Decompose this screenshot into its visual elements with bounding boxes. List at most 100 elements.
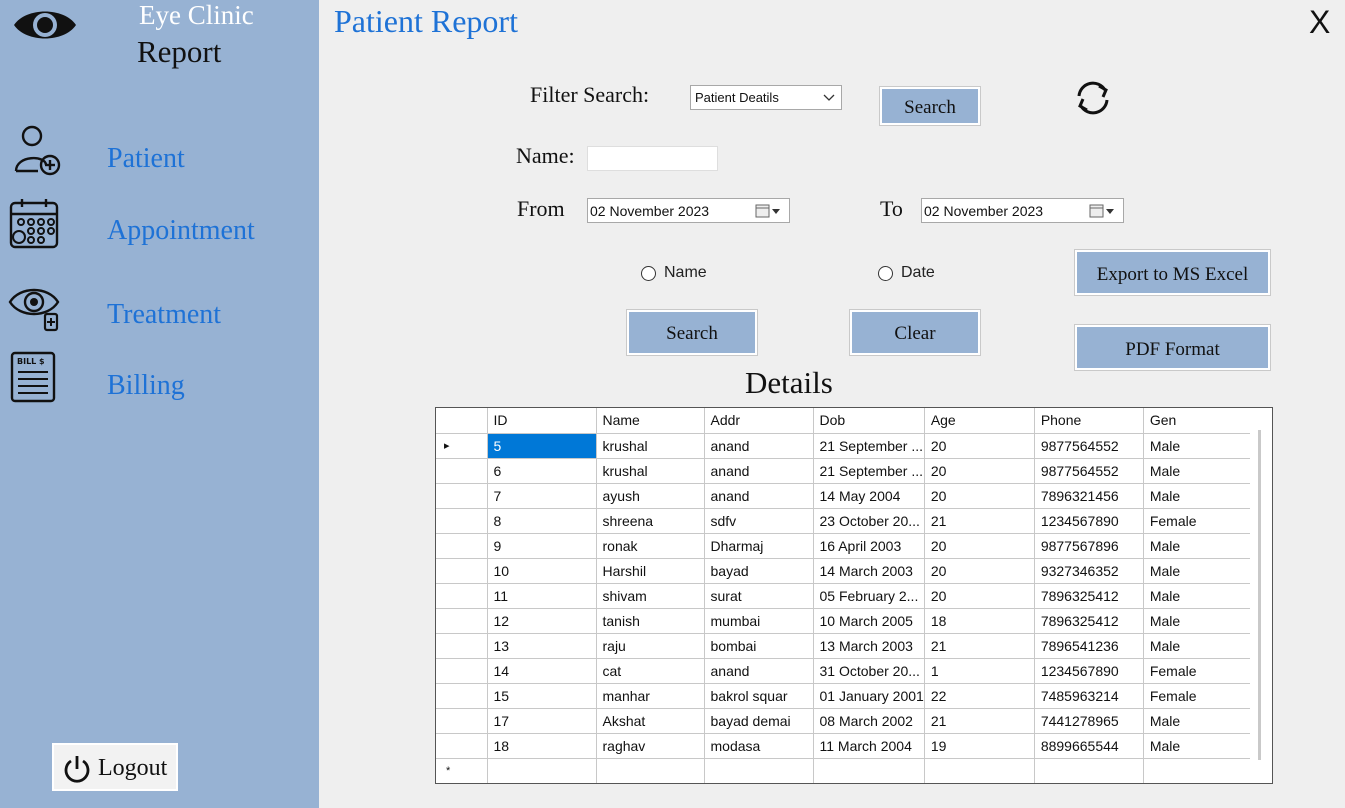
table-cell[interactable]: shreena	[596, 508, 705, 534]
search-button[interactable]: Search	[626, 309, 758, 356]
table-cell[interactable]: anand	[704, 433, 814, 459]
table-cell[interactable]: Harshil	[596, 558, 705, 584]
table-cell[interactable]: 9	[487, 533, 597, 559]
table-cell[interactable]: 7	[487, 483, 597, 509]
table-cell[interactable]: 20	[924, 533, 1035, 559]
table-row[interactable]: 13 raju bombai 13 March 2003 21 7896541236 Mal…	[436, 633, 1254, 659]
table-cell[interactable]: 8899665544	[1034, 733, 1144, 759]
table-cell[interactable]: 13	[487, 633, 597, 659]
table-cell[interactable]: Female	[1143, 658, 1254, 684]
table-cell[interactable]: manhar	[596, 683, 705, 709]
row-header[interactable]	[436, 683, 488, 709]
table-cell[interactable]: cat	[596, 658, 705, 684]
table-cell[interactable]: 20	[924, 458, 1035, 484]
table-cell[interactable]: krushal	[596, 458, 705, 484]
table-row[interactable]: 18 raghav modasa 11 March 2004 19 8899665544 M…	[436, 733, 1254, 759]
table-cell[interactable]: 1234567890	[1034, 658, 1144, 684]
table-cell[interactable]: modasa	[704, 733, 814, 759]
table-cell[interactable]: surat	[704, 583, 814, 609]
column-header[interactable]: Addr	[704, 408, 814, 434]
table-cell[interactable]: Male	[1143, 533, 1254, 559]
table-cell[interactable]: Akshat	[596, 708, 705, 734]
table-cell[interactable]: 19	[924, 733, 1035, 759]
table-cell[interactable]: Male	[1143, 733, 1254, 759]
table-cell[interactable]: raghav	[596, 733, 705, 759]
table-cell[interactable]: Male	[1143, 583, 1254, 609]
table-cell[interactable]	[704, 758, 814, 783]
filter-select[interactable]: Patient Deatils	[690, 85, 842, 110]
table-cell[interactable]: 7485963214	[1034, 683, 1144, 709]
table-cell[interactable]: 7896321456	[1034, 483, 1144, 509]
table-cell[interactable]: 20	[924, 558, 1035, 584]
table-cell[interactable]: raju	[596, 633, 705, 659]
table-cell[interactable]: bayad	[704, 558, 814, 584]
table-cell[interactable]: bayad demai	[704, 708, 814, 734]
table-row[interactable]: 15 manhar bakrol squar 01 January 2001 22 748…	[436, 683, 1254, 709]
table-cell[interactable]: 16 April 2003	[813, 533, 925, 559]
row-header[interactable]	[436, 708, 488, 734]
table-cell[interactable]: 20	[924, 433, 1035, 459]
row-header[interactable]	[436, 458, 488, 484]
table-cell[interactable]: 20	[924, 483, 1035, 509]
pdf-format-button[interactable]: PDF Format	[1074, 324, 1271, 371]
table-cell[interactable]: 22	[924, 683, 1035, 709]
table-cell[interactable]: 7896325412	[1034, 583, 1144, 609]
table-cell[interactable]: Male	[1143, 633, 1254, 659]
table-cell[interactable]	[924, 758, 1035, 783]
table-row[interactable]: 8 shreena sdfv 23 October 20... 21 1234567890…	[436, 508, 1254, 534]
table-cell[interactable]: Male	[1143, 558, 1254, 584]
table-row[interactable]: 12 tanish mumbai 10 March 2005 18 7896325412 M…	[436, 608, 1254, 634]
logout-button[interactable]: Logout	[52, 743, 178, 791]
table-cell[interactable]: ayush	[596, 483, 705, 509]
table-row[interactable]: 9 ronak Dharmaj 16 April 2003 20 9877567896 Ma…	[436, 533, 1254, 559]
table-cell[interactable]: Male	[1143, 608, 1254, 634]
table-cell[interactable]: 15	[487, 683, 597, 709]
row-header[interactable]	[436, 608, 488, 634]
radio-name[interactable]: Name	[641, 264, 721, 284]
table-cell[interactable]	[813, 758, 925, 783]
table-cell[interactable]: anand	[704, 458, 814, 484]
table-new-row[interactable]: *	[436, 758, 1254, 783]
table-cell[interactable]: 18	[487, 733, 597, 759]
table-cell[interactable]: Male	[1143, 433, 1254, 459]
table-cell[interactable]	[596, 758, 705, 783]
table-cell[interactable]: 5	[487, 433, 597, 459]
table-cell[interactable]: bombai	[704, 633, 814, 659]
column-header[interactable]: ID	[487, 408, 597, 434]
table-cell[interactable]: 18	[924, 608, 1035, 634]
table-cell[interactable]: 08 March 2002	[813, 708, 925, 734]
table-cell[interactable]: 12	[487, 608, 597, 634]
table-cell[interactable]	[1143, 758, 1254, 783]
table-cell[interactable]: 31 October 20...	[813, 658, 925, 684]
table-row[interactable]: 11 shivam surat 05 February 2... 20 789632541…	[436, 583, 1254, 609]
sidebar-item-billing[interactable]: BILL $ Billing	[0, 350, 319, 410]
table-cell[interactable]: Male	[1143, 708, 1254, 734]
table-cell[interactable]: 10 March 2005	[813, 608, 925, 634]
table-cell[interactable]: 21	[924, 508, 1035, 534]
table-cell[interactable]: 14 March 2003	[813, 558, 925, 584]
table-cell[interactable]: 1234567890	[1034, 508, 1144, 534]
table-cell[interactable]: 01 January 2001	[813, 683, 925, 709]
from-date-picker[interactable]: 02 November 2023	[587, 198, 790, 223]
filter-search-button[interactable]: Search	[879, 86, 981, 126]
table-cell[interactable]	[487, 758, 597, 783]
table-cell[interactable]: krushal	[596, 433, 705, 459]
column-header[interactable]: Gen	[1143, 408, 1254, 434]
refresh-icon[interactable]	[1073, 78, 1113, 118]
table-cell[interactable]: 23 October 20...	[813, 508, 925, 534]
table-cell[interactable]: mumbai	[704, 608, 814, 634]
details-grid[interactable]: ID Name Addr Dob Age Phone Gen ▸ 5 krushal…	[435, 407, 1273, 784]
table-cell[interactable]: 21	[924, 633, 1035, 659]
table-cell[interactable]: 7896541236	[1034, 633, 1144, 659]
name-input[interactable]	[587, 146, 718, 171]
export-excel-button[interactable]: Export to MS Excel	[1074, 249, 1271, 296]
table-cell[interactable]: 20	[924, 583, 1035, 609]
row-header[interactable]	[436, 733, 488, 759]
close-button[interactable]: X	[1309, 4, 1330, 41]
vertical-scrollbar[interactable]	[1250, 408, 1272, 783]
column-header[interactable]: Name	[596, 408, 705, 434]
table-cell[interactable]: Male	[1143, 483, 1254, 509]
table-cell[interactable]: Male	[1143, 458, 1254, 484]
table-cell[interactable]: anand	[704, 658, 814, 684]
row-header[interactable]	[436, 658, 488, 684]
